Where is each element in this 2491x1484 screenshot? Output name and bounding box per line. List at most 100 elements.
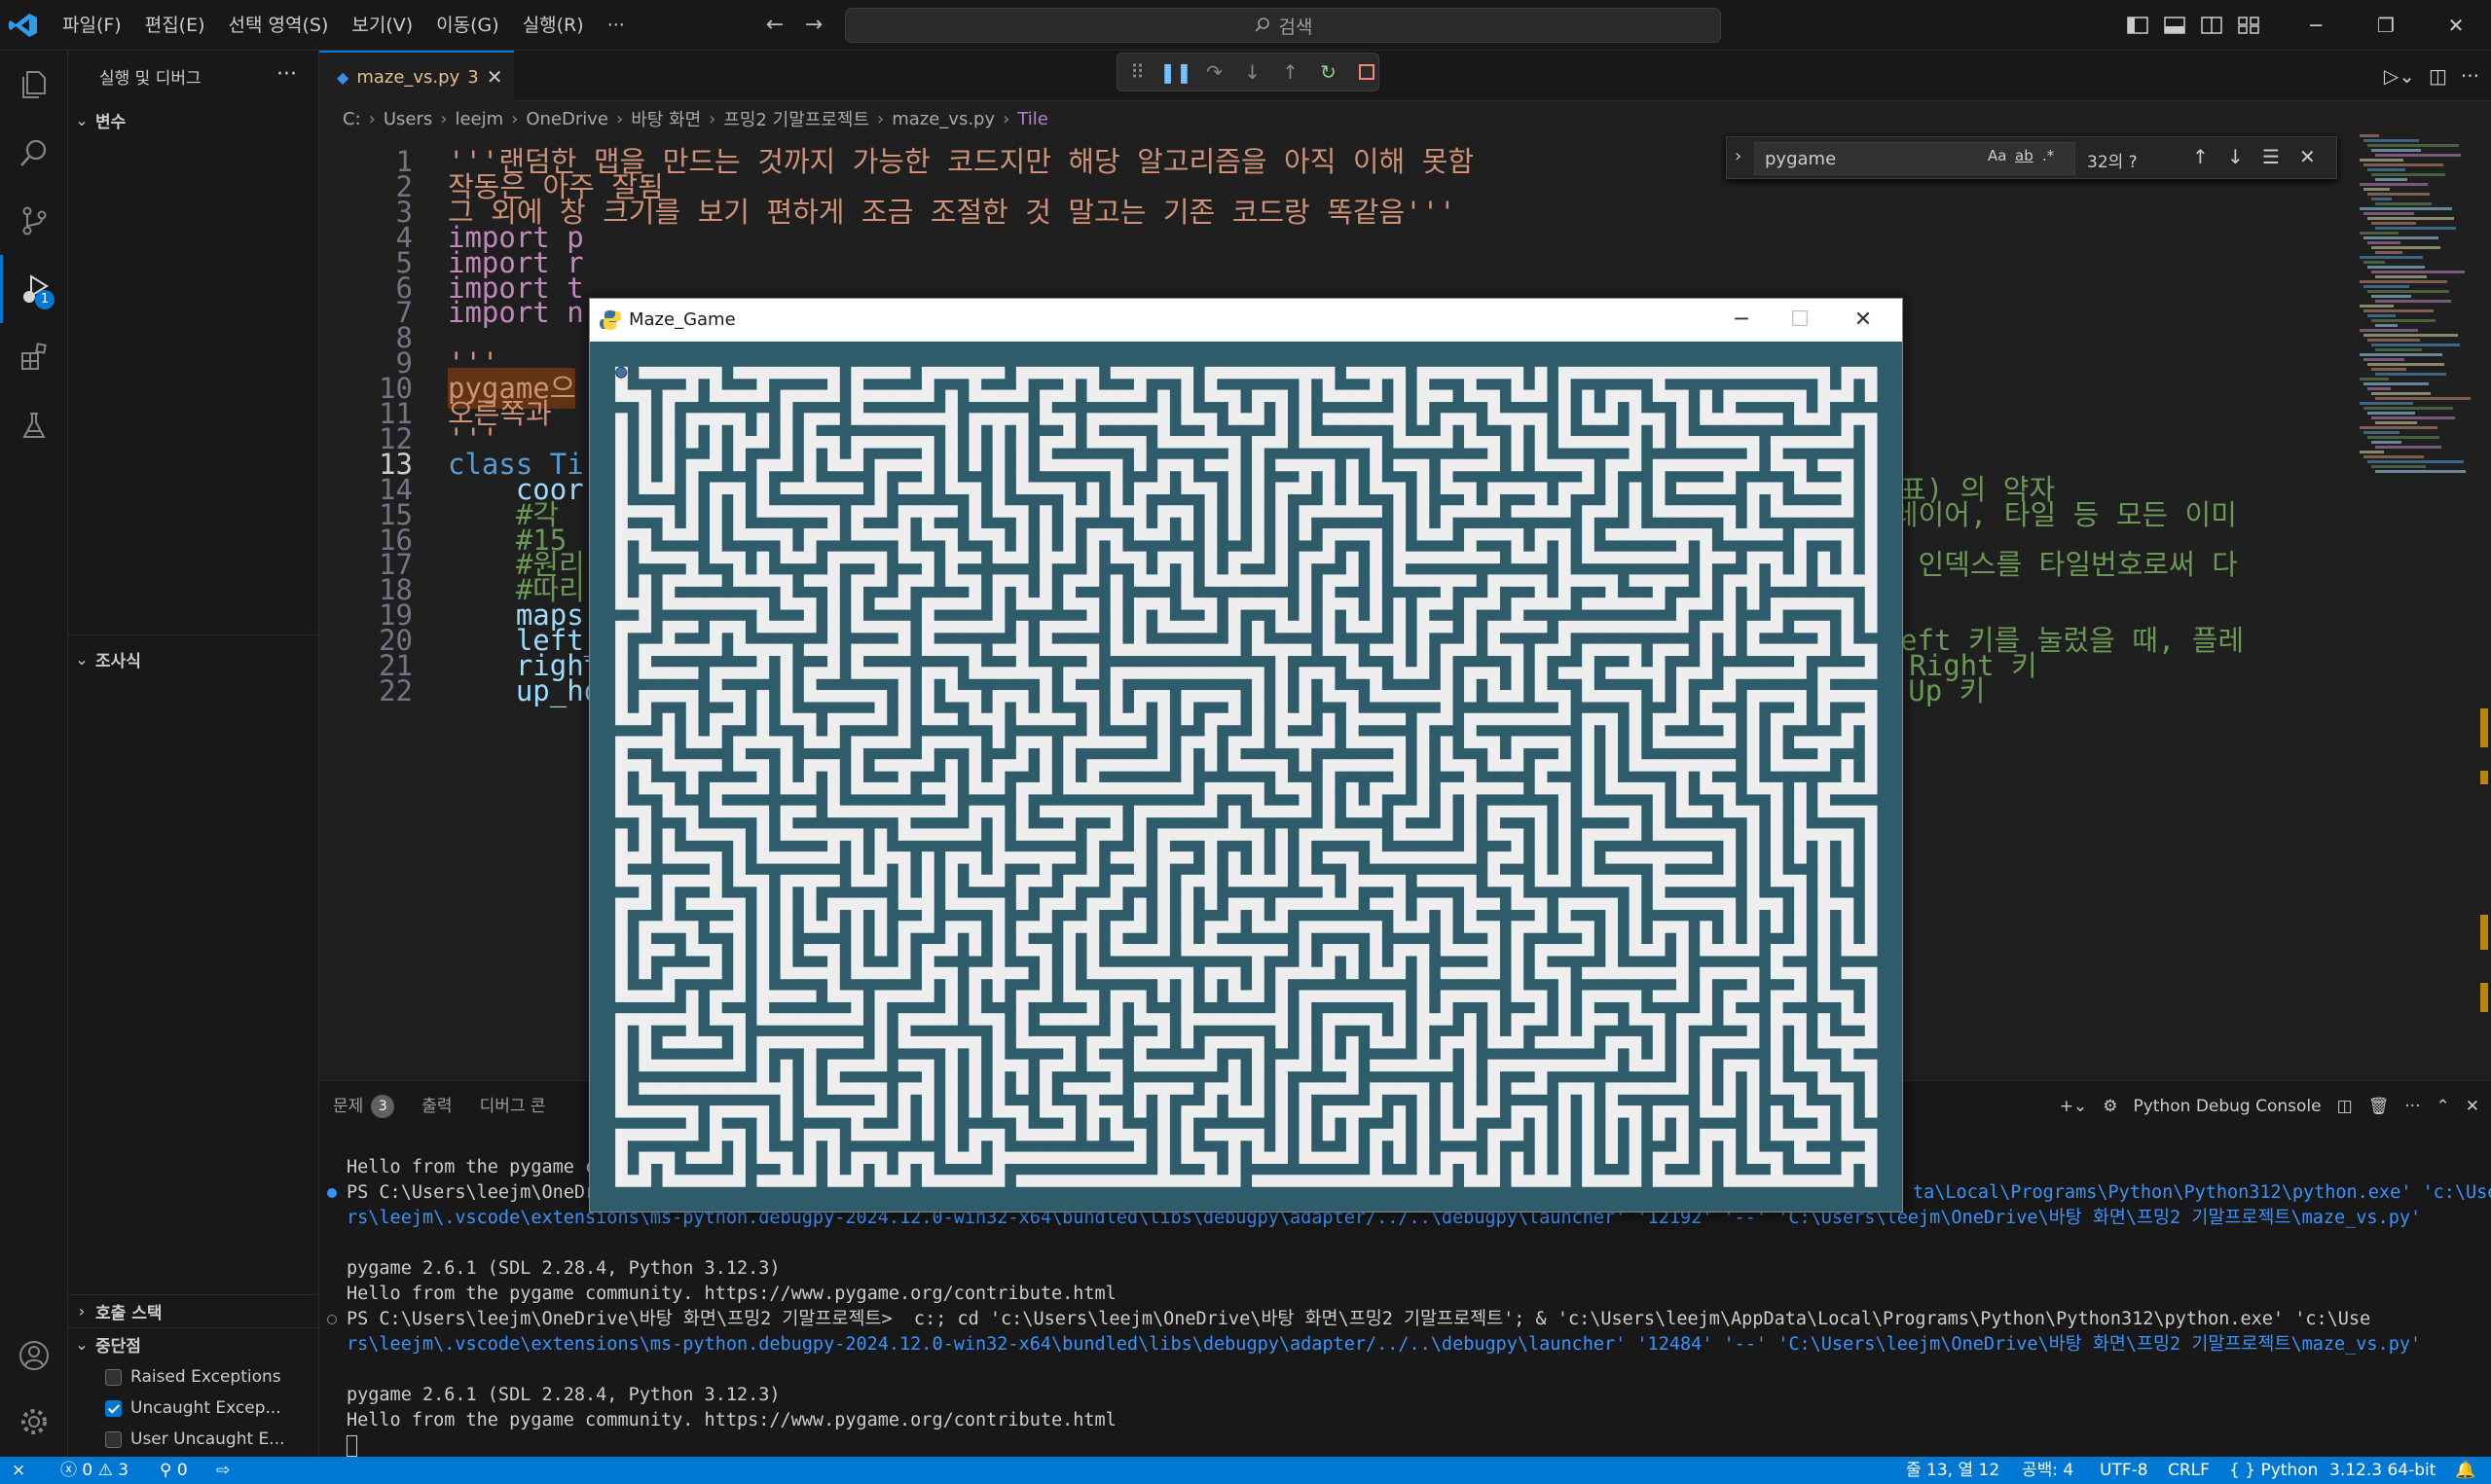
tab-maze-vs-py[interactable]: ◆ maze_vs.py 3 ✕ — [319, 51, 514, 101]
extensions-icon[interactable] — [0, 323, 68, 391]
close-window-icon[interactable]: ✕ — [1829, 299, 1897, 342]
breadcrumb-item[interactable]: C: — [343, 109, 361, 129]
forward-arrow-icon[interactable]: → — [800, 12, 827, 39]
customize-layout-icon[interactable] — [2230, 0, 2267, 51]
menu-item[interactable]: 이동(G) — [424, 0, 511, 51]
run-and-debug-icon[interactable]: 1 — [0, 255, 68, 323]
maze-path-tile — [1440, 678, 1453, 691]
cursor-position[interactable]: 줄 13, 열 12 — [1906, 1457, 1999, 1484]
menu-item[interactable]: 편집(E) — [133, 0, 217, 51]
split-editor-icon[interactable]: ◫ — [2429, 64, 2447, 88]
indentation[interactable]: 공백: 4 — [2022, 1457, 2073, 1484]
breakpoints-section-header[interactable]: ⌄ 중단점 — [68, 1329, 319, 1358]
toggle-panel-icon[interactable] — [2156, 0, 2193, 51]
accounts-icon[interactable] — [0, 1321, 68, 1390]
restart-icon[interactable]: ↻ — [1316, 59, 1340, 85]
menu-item[interactable]: 선택 영역(S) — [217, 0, 341, 51]
step-out-icon[interactable]: ↑ — [1278, 59, 1302, 85]
command-decoration-icon[interactable] — [327, 1188, 337, 1198]
maze-path-tile — [1157, 701, 1170, 714]
back-arrow-icon[interactable]: ← — [761, 12, 788, 39]
toggle-replace-chevron-icon[interactable]: › — [1735, 146, 1741, 166]
minimap[interactable] — [2354, 127, 2490, 1080]
python-interpreter[interactable]: 3.12.3 64-bit — [2329, 1457, 2436, 1484]
drag-handle-icon[interactable]: ⠿ — [1125, 59, 1150, 85]
maximize-icon[interactable]: ☐ — [1766, 299, 1834, 342]
menu-item[interactable]: 보기(V) — [340, 0, 424, 51]
menu-item[interactable]: ··· — [596, 0, 637, 51]
close-tab-icon[interactable]: ✕ — [487, 65, 503, 89]
match-case-icon[interactable]: Aa — [1988, 147, 2006, 164]
close-window-icon[interactable]: ✕ — [2421, 0, 2491, 51]
checkbox[interactable] — [105, 1430, 122, 1448]
close-find-icon[interactable]: ✕ — [2299, 145, 2316, 168]
notifications-bell-icon[interactable]: 🔔 — [2455, 1457, 2475, 1484]
menu-item[interactable]: 파일(F) — [51, 0, 133, 51]
step-over-icon[interactable]: ↷ — [1202, 59, 1227, 85]
split-terminal-icon[interactable]: ◫ — [2337, 1097, 2353, 1116]
regex-icon[interactable]: .* — [2042, 147, 2054, 164]
step-into-icon[interactable]: ↓ — [1240, 59, 1264, 85]
language-mode[interactable]: { } Python — [2229, 1457, 2318, 1484]
terminal-cursor[interactable] — [347, 1433, 357, 1459]
maximize-panel-icon[interactable]: ⌃ — [2436, 1097, 2450, 1116]
remote-indicator-icon[interactable]: ⨯ — [12, 1457, 25, 1484]
breakpoint-user-uncaught[interactable]: User Uncaught E... — [105, 1425, 285, 1454]
breakpoint-uncaught-exceptions[interactable]: Uncaught Excep... — [105, 1394, 281, 1423]
breadcrumb-item[interactable]: maze_vs.py — [892, 109, 995, 129]
maze-path-tile — [1852, 643, 1866, 657]
testing-icon[interactable] — [0, 391, 68, 459]
tab-problems[interactable]: 문제 3 — [319, 1081, 408, 1132]
next-match-icon[interactable]: ↓ — [2227, 145, 2244, 168]
checkbox-checked[interactable] — [105, 1399, 122, 1417]
watch-section-header[interactable]: ⌄ 조사식 — [68, 644, 319, 673]
checkbox[interactable] — [105, 1368, 122, 1386]
panel-more-icon[interactable]: ··· — [2404, 1097, 2420, 1116]
previous-match-icon[interactable]: ↑ — [2192, 145, 2209, 168]
maze-path-tile — [1806, 527, 1818, 541]
kill-terminal-icon[interactable]: 🗑 — [2368, 1097, 2390, 1116]
more-actions-icon[interactable]: ··· — [276, 62, 297, 87]
editor-more-icon[interactable]: ··· — [2461, 64, 2479, 88]
toggle-secondary-sidebar-icon[interactable] — [2193, 0, 2230, 51]
ports-status[interactable]: ⚲ 0 — [160, 1457, 188, 1484]
menu-item[interactable]: 실행(R) — [511, 0, 596, 51]
maze-path-tile — [1640, 597, 1654, 610]
maze-path-tile — [1275, 1059, 1288, 1072]
breadcrumb-item[interactable]: Users — [384, 109, 432, 129]
breadcrumb-item[interactable]: OneDrive — [526, 109, 608, 129]
encoding[interactable]: UTF-8 — [2100, 1457, 2148, 1484]
source-control-icon[interactable] — [0, 187, 68, 255]
maze-canvas[interactable] — [590, 342, 1902, 1212]
maze-path-tile — [1086, 1001, 1100, 1014]
debug-status-icon[interactable]: ⇨ — [216, 1457, 230, 1484]
close-panel-icon[interactable]: ✕ — [2466, 1097, 2479, 1116]
whole-word-icon[interactable]: ab — [2015, 147, 2033, 164]
find-in-selection-icon[interactable]: ☰ — [2262, 145, 2280, 168]
run-python-file-icon[interactable]: ▷⌄ — [2384, 64, 2415, 88]
toggle-primary-sidebar-icon[interactable] — [2119, 0, 2156, 51]
stop-icon[interactable] — [1354, 59, 1378, 85]
minimize-icon[interactable]: ─ — [2281, 0, 2351, 51]
breadcrumb-item[interactable]: Tile — [1017, 109, 1048, 129]
manage-gear-icon[interactable] — [0, 1388, 68, 1456]
variables-section-header[interactable]: ⌄ 변수 — [68, 105, 319, 134]
breadcrumb-item[interactable]: 프밍2 기말프로젝트 — [723, 106, 869, 131]
tab-debug-console[interactable]: 디버그 콘 — [466, 1081, 560, 1132]
problems-status[interactable]: ⓧ 0 ⚠ 3 — [60, 1457, 128, 1484]
restore-icon[interactable]: ❐ — [2351, 0, 2421, 51]
pygame-title-bar[interactable]: Maze_Game ─ ☐ ✕ — [590, 299, 1902, 342]
breadcrumb-item[interactable]: leejm — [455, 109, 503, 129]
breadcrumb-item[interactable]: 바탕 화면 — [631, 106, 701, 131]
pause-icon[interactable]: ❚❚ — [1159, 59, 1192, 85]
console-name[interactable]: Python Debug Console — [2133, 1097, 2321, 1116]
tab-output[interactable]: 출력 — [408, 1081, 465, 1132]
call-stack-section-header[interactable]: › 호출 스택 — [68, 1296, 319, 1325]
end-of-line[interactable]: CRLF — [2168, 1457, 2210, 1484]
new-terminal-icon[interactable]: +⌄ — [2060, 1097, 2088, 1116]
command-center-search[interactable]: 검색 — [845, 8, 1721, 43]
search-view-icon[interactable] — [0, 119, 68, 187]
breakpoint-raised-exceptions[interactable]: Raised Exceptions — [105, 1362, 281, 1392]
explorer-icon[interactable] — [0, 51, 68, 119]
command-decoration-icon[interactable] — [327, 1315, 337, 1324]
